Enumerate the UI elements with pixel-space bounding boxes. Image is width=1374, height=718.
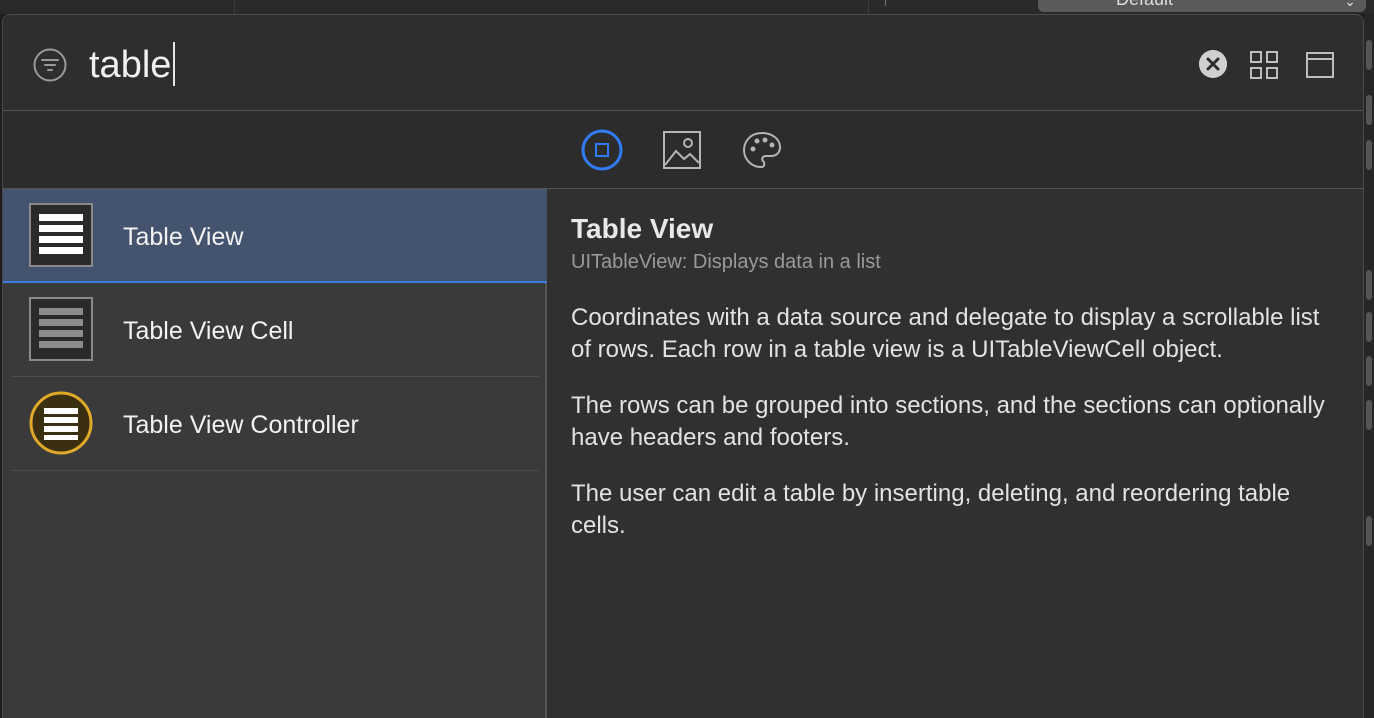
- table-view-controller-icon: [29, 391, 93, 455]
- library-popover: Table View Table View Cell Table View Co…: [2, 14, 1364, 718]
- list-item[interactable]: Table View: [3, 189, 547, 283]
- list-item[interactable]: Table View Cell: [3, 283, 547, 377]
- search-bar: [3, 15, 1363, 111]
- table-view-cell-icon: [29, 297, 93, 361]
- background-control: [1366, 95, 1372, 125]
- background-control: [1366, 270, 1372, 300]
- detail-paragraph: The rows can be grouped into sections, a…: [571, 392, 1325, 451]
- table-view-icon: [29, 203, 93, 267]
- background-divider: [234, 0, 235, 14]
- panel-view-icon[interactable]: [1305, 50, 1335, 80]
- background-control: [1366, 312, 1372, 342]
- text-caret: [173, 42, 175, 86]
- color-palette-icon[interactable]: [741, 129, 783, 171]
- detail-title: Table View: [571, 213, 714, 244]
- background-popup-label: Default: [1116, 0, 1173, 9]
- list-item-label: Table View Cell: [123, 317, 294, 345]
- clear-icon[interactable]: [1199, 50, 1227, 78]
- background-divider: [885, 0, 886, 6]
- background-control: [1366, 516, 1372, 546]
- divider: [11, 470, 539, 471]
- list-item[interactable]: Table View Controller: [3, 377, 547, 471]
- detail-subtitle: UITableView: Displays data in a list: [571, 251, 881, 273]
- background-control: [1366, 40, 1372, 70]
- library-tab-bar: [3, 111, 1363, 189]
- list-item-label: Table View Controller: [123, 411, 359, 439]
- grid-view-icon[interactable]: [1249, 50, 1279, 80]
- filter-icon[interactable]: [33, 48, 67, 82]
- background-divider: [868, 0, 869, 14]
- background-control: [1366, 140, 1372, 170]
- background-control: [1366, 356, 1372, 386]
- list-item-label: Table View: [123, 223, 244, 251]
- detail-paragraph: Coordinates with a data source and deleg…: [571, 304, 1320, 363]
- background-popup-button[interactable]: Default ⌄: [1038, 0, 1366, 12]
- detail-pane: Table View UITableView: Displays data in…: [547, 189, 1363, 718]
- media-library-icon[interactable]: [661, 129, 703, 171]
- chevron-down-icon: ⌄: [1344, 0, 1356, 9]
- detail-paragraph: The user can edit a table by inserting, …: [571, 480, 1291, 539]
- search-input[interactable]: [89, 39, 989, 91]
- results-list: Table View Table View Cell Table View Co…: [3, 189, 547, 718]
- object-library-icon[interactable]: [581, 129, 623, 171]
- background-control: [1366, 400, 1372, 430]
